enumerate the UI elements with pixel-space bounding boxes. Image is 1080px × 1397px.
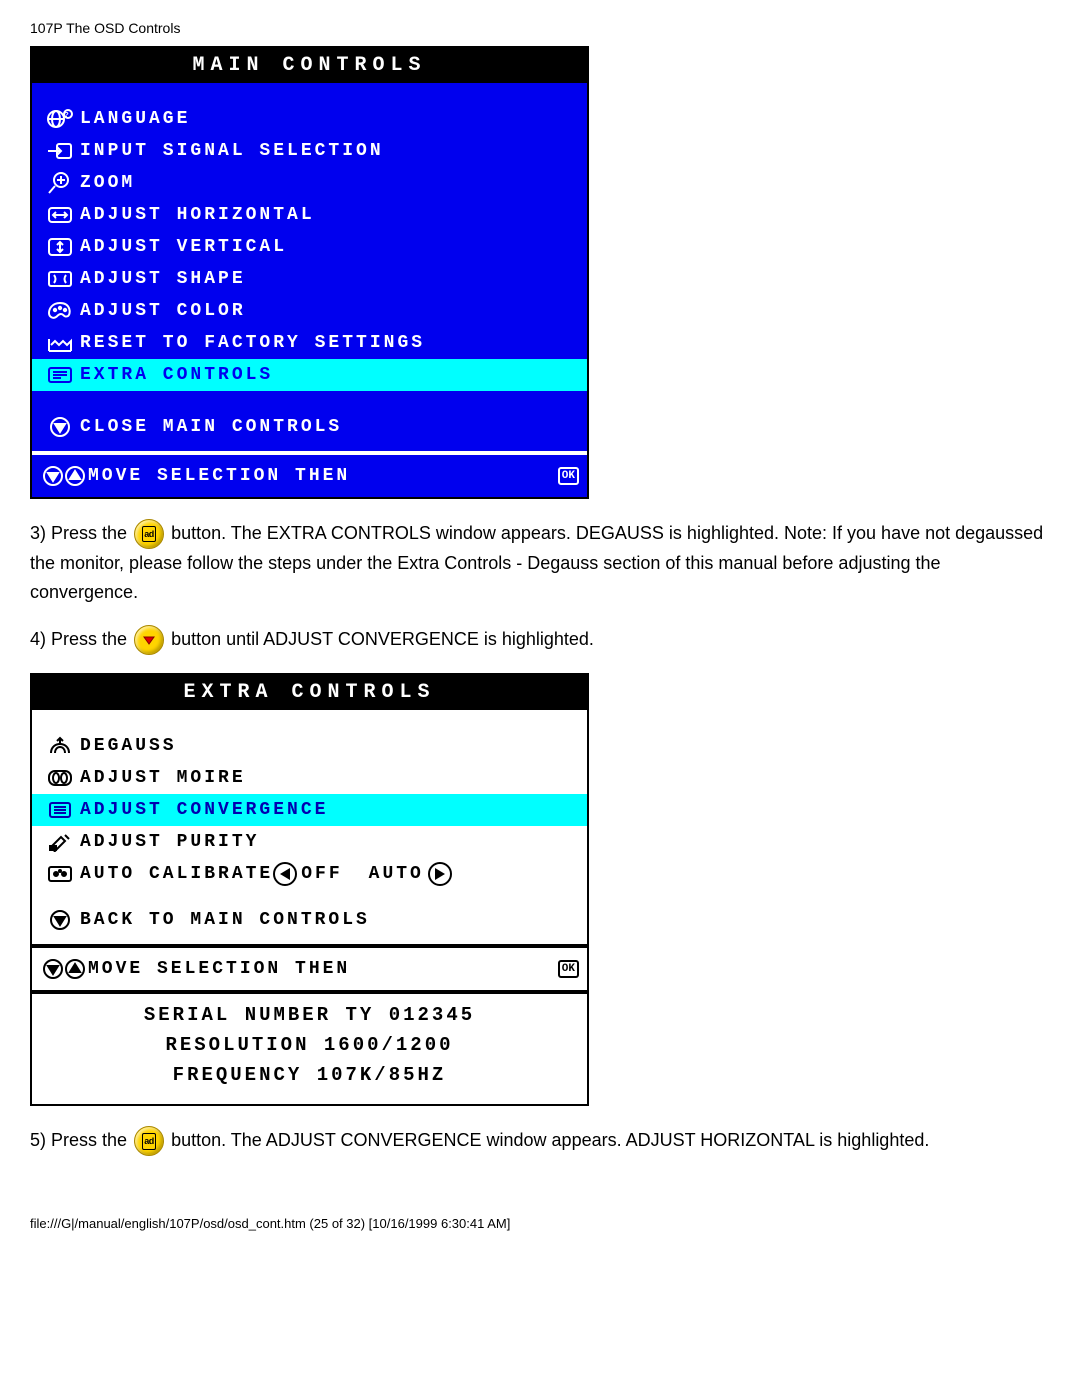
- ok-icon: OK: [558, 960, 579, 978]
- step5-text-b: button. The ADJUST CONVERGENCE window ap…: [171, 1130, 929, 1150]
- down-arrow-circle-icon: [40, 909, 80, 931]
- palette-icon: [40, 301, 80, 321]
- menu-item-adjust-shape[interactable]: ADJUST SHAPE: [32, 263, 587, 295]
- instruction-step-3: 3) Press the ad button. The EXTRA CONTRO…: [30, 519, 1050, 607]
- input-icon: [40, 141, 80, 161]
- extra-controls-body: DEGAUSS ADJUST MOIRE ADJUST CONVERGENCE …: [32, 710, 587, 1104]
- up-down-arrows-icon: [40, 465, 88, 487]
- main-controls-osd: MAIN CONTROLS ? LANGUAGE INPUT SIGNAL SE…: [30, 46, 589, 499]
- page-footer: file:///G|/manual/english/107P/osd/osd_c…: [30, 1216, 1050, 1231]
- menu-item-degauss[interactable]: DEGAUSS: [32, 730, 587, 762]
- extra-controls-title: EXTRA CONTROLS: [32, 675, 587, 710]
- list-icon: [40, 365, 80, 385]
- menu-label: ADJUST PURITY: [80, 832, 579, 852]
- extra-controls-osd: EXTRA CONTROLS DEGAUSS ADJUST MOIRE ADJU…: [30, 673, 589, 1106]
- menu-item-adjust-horizontal[interactable]: ADJUST HORIZONTAL: [32, 199, 587, 231]
- menu-item-close[interactable]: CLOSE MAIN CONTROLS: [32, 411, 587, 443]
- menu-item-adjust-color[interactable]: ADJUST COLOR: [32, 295, 587, 327]
- document-header: 107P The OSD Controls: [30, 20, 1050, 36]
- shape-icon: [40, 269, 80, 289]
- instruction-step-4: 4) Press the button until ADJUST CONVERG…: [30, 625, 1050, 655]
- menu-label: INPUT SIGNAL SELECTION: [80, 141, 579, 161]
- menu-label: CLOSE MAIN CONTROLS: [80, 417, 579, 437]
- menu-label: ADJUST CONVERGENCE: [80, 800, 579, 820]
- degauss-icon: [40, 735, 80, 757]
- main-controls-title: MAIN CONTROLS: [32, 48, 587, 83]
- calibrate-icon: [40, 864, 80, 884]
- step3-text-b: button. The EXTRA CONTROLS window appear…: [30, 523, 1043, 602]
- footer-text: MOVE SELECTION THEN: [88, 466, 554, 486]
- menu-label: ADJUST HORIZONTAL: [80, 205, 579, 225]
- menu-item-language[interactable]: ? LANGUAGE: [32, 103, 587, 135]
- monitor-info-block: SERIAL NUMBER TY 012345 RESOLUTION 1600/…: [32, 994, 587, 1104]
- down-arrow-circle-icon: [40, 416, 80, 438]
- menu-item-adjust-convergence[interactable]: ADJUST CONVERGENCE: [32, 794, 587, 826]
- menu-item-extra-controls[interactable]: EXTRA CONTROLS: [32, 359, 587, 391]
- menu-item-auto-calibrate[interactable]: AUTO CALIBRATE OFF AUTO: [32, 858, 587, 890]
- globe-icon: ?: [40, 108, 80, 130]
- menu-item-adjust-vertical[interactable]: ADJUST VERTICAL: [32, 231, 587, 263]
- menu-label: DEGAUSS: [80, 736, 579, 756]
- serial-number: SERIAL NUMBER TY 012345: [32, 1000, 587, 1030]
- moire-icon: [40, 768, 80, 788]
- main-osd-footer: MOVE SELECTION THEN OK: [32, 451, 587, 497]
- auto-calibrate-options: OFF AUTO: [273, 862, 452, 886]
- extra-osd-footer: MOVE SELECTION THEN OK: [32, 944, 587, 994]
- zoom-icon: [40, 171, 80, 195]
- off-label: OFF: [301, 864, 342, 884]
- step3-text-a: 3) Press the: [30, 523, 132, 543]
- step5-text-a: 5) Press the: [30, 1130, 132, 1150]
- main-controls-body: ? LANGUAGE INPUT SIGNAL SELECTION ZOOM A…: [32, 83, 587, 497]
- left-triangle-icon: [273, 862, 297, 886]
- menu-label: BACK TO MAIN CONTROLS: [80, 910, 579, 930]
- menu-item-adjust-moire[interactable]: ADJUST MOIRE: [32, 762, 587, 794]
- menu-label: EXTRA CONTROLS: [80, 365, 579, 385]
- menu-item-adjust-purity[interactable]: ADJUST PURITY: [32, 826, 587, 858]
- frequency: FREQUENCY 107K/85HZ: [32, 1060, 587, 1090]
- ok-icon: OK: [558, 467, 579, 485]
- horizontal-icon: [40, 205, 80, 225]
- auto-label: AUTO: [369, 864, 424, 884]
- step4-text-a: 4) Press the: [30, 629, 132, 649]
- menu-label: ADJUST SHAPE: [80, 269, 579, 289]
- convergence-icon: [40, 800, 80, 820]
- menu-label: ADJUST VERTICAL: [80, 237, 579, 257]
- footer-text: MOVE SELECTION THEN: [88, 959, 554, 979]
- up-down-arrows-icon: [40, 958, 88, 980]
- menu-item-input-signal[interactable]: INPUT SIGNAL SELECTION: [32, 135, 587, 167]
- ok-button-icon: ad: [134, 1126, 164, 1156]
- vertical-icon: [40, 237, 80, 257]
- menu-item-zoom[interactable]: ZOOM: [32, 167, 587, 199]
- menu-label: ADJUST COLOR: [80, 301, 579, 321]
- menu-label: ZOOM: [80, 173, 579, 193]
- factory-icon: [40, 333, 80, 353]
- purity-icon: [40, 832, 80, 852]
- menu-item-back[interactable]: BACK TO MAIN CONTROLS: [32, 904, 587, 936]
- resolution: RESOLUTION 1600/1200: [32, 1030, 587, 1060]
- instruction-step-5: 5) Press the ad button. The ADJUST CONVE…: [30, 1126, 1050, 1156]
- ok-button-icon: ad: [134, 519, 164, 549]
- menu-label: AUTO CALIBRATE: [80, 864, 273, 884]
- menu-item-reset-factory[interactable]: RESET TO FACTORY SETTINGS: [32, 327, 587, 359]
- menu-label: LANGUAGE: [80, 109, 579, 129]
- menu-label: RESET TO FACTORY SETTINGS: [80, 333, 579, 353]
- svg-text:?: ?: [64, 112, 71, 119]
- menu-label: ADJUST MOIRE: [80, 768, 579, 788]
- step4-text-b: button until ADJUST CONVERGENCE is highl…: [171, 629, 594, 649]
- right-triangle-icon: [428, 862, 452, 886]
- down-button-icon: [134, 625, 164, 655]
